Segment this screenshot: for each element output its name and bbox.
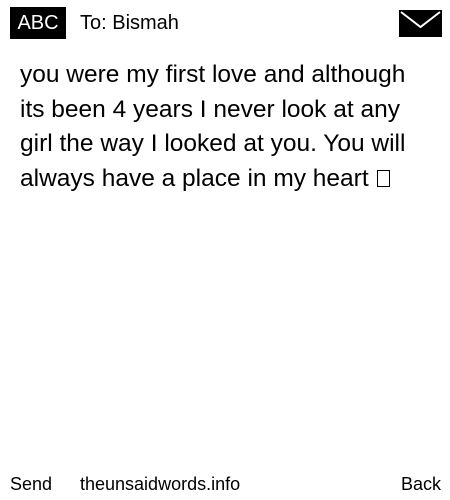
input-mode-badge: ABC: [10, 7, 66, 39]
recipient-label: To: Bismah: [80, 12, 179, 34]
send-softkey[interactable]: Send: [10, 470, 52, 498]
message-body: you were my first love and although its …: [20, 58, 435, 196]
header-bar: ABC To: Bismah: [0, 0, 450, 45]
missing-emoji-glyph: [377, 169, 391, 187]
back-softkey[interactable]: Back: [401, 470, 441, 498]
site-link[interactable]: theunsaidwords.info: [80, 470, 240, 498]
envelope-icon: [399, 10, 442, 37]
message-text: you were my first love and although its …: [20, 61, 406, 192]
softkey-bar: Send theunsaidwords.info Back: [0, 470, 450, 498]
